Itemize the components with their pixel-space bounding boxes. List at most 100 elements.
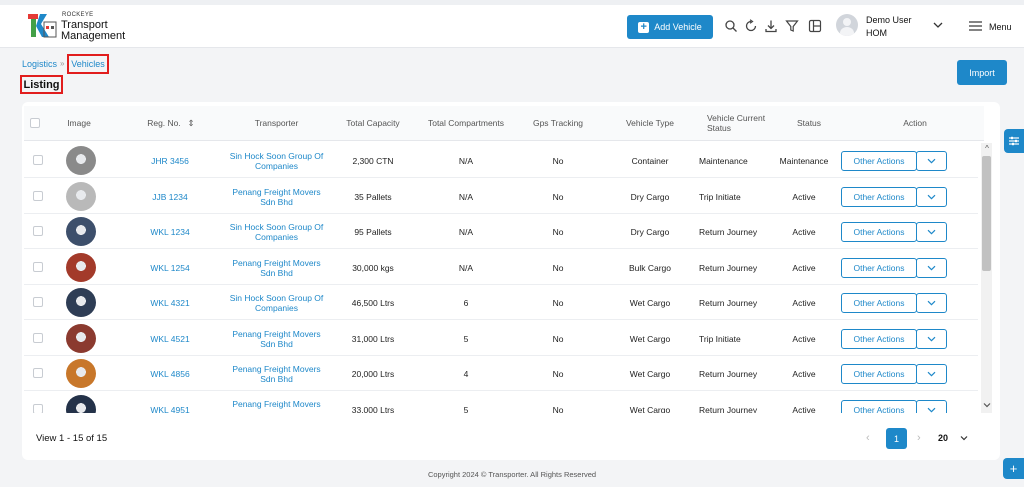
other-actions-dropdown[interactable]	[916, 257, 947, 278]
reg-no-link[interactable]: WKL 4521	[142, 334, 198, 344]
scroll-down-icon[interactable]	[983, 401, 991, 409]
floating-add-button[interactable]: +	[1003, 458, 1024, 479]
other-actions-dropdown[interactable]	[916, 364, 947, 384]
col-action: Action	[903, 118, 927, 128]
transporter-link-line1[interactable]: Sin Hock Soon Group Of	[224, 151, 329, 161]
transporter-link-line1[interactable]: Penang Freight Movers	[224, 364, 329, 374]
breadcrumb-vehicles[interactable]: Vehicles	[67, 54, 109, 74]
footer-copyright: Copyright 2024 © Transporter. All Rights…	[427, 470, 597, 479]
user-avatar[interactable]	[836, 14, 858, 36]
reg-no-link[interactable]: WKL 4951	[142, 405, 198, 414]
transporter-link-line1[interactable]: Penang Freight Movers	[224, 187, 329, 197]
vehicle-type: Dry Cargo	[630, 191, 670, 202]
add-vehicle-label: Add Vehicle	[654, 22, 702, 32]
transporter-link-line2[interactable]: Sdn Bhd	[224, 197, 329, 207]
vehicle-current-status: Return Journey	[699, 404, 758, 414]
reg-no-link[interactable]: WKL 1254	[142, 263, 198, 273]
page-button-current[interactable]: 1	[886, 428, 907, 449]
import-button[interactable]: Import	[957, 60, 1007, 85]
page-size-select[interactable]: 20	[938, 433, 948, 443]
transporter-link-line2[interactable]: Sdn Bhd	[224, 339, 329, 349]
sort-icon[interactable]: ⇕	[187, 118, 195, 128]
other-actions-dropdown[interactable]	[916, 186, 947, 207]
row-checkbox[interactable]	[33, 226, 43, 236]
download-icon[interactable]	[764, 19, 778, 33]
other-actions-dropdown[interactable]	[916, 399, 947, 413]
row-checkbox[interactable]	[33, 297, 43, 307]
chevron-down-icon	[927, 300, 936, 306]
pagination-summary: View 1 - 15 of 15	[36, 433, 108, 444]
vehicle-current-status: Return Journey	[699, 262, 758, 273]
other-actions-button[interactable]: Other Actions	[841, 399, 917, 413]
transporter-link-line2[interactable]: Sdn Bhd	[224, 268, 329, 278]
chevron-down-icon	[927, 265, 936, 271]
hamburger-icon[interactable]	[969, 21, 982, 31]
col-reg-no[interactable]: Reg. No.	[142, 118, 186, 128]
table-row: JHR 3456 Sin Hock Soon Group Of Companies 2…	[24, 143, 978, 178]
transporter-link-line1[interactable]: Penang Freight Movers	[224, 399, 329, 409]
chevron-down-icon[interactable]	[932, 20, 944, 30]
transporter-link-line1[interactable]: Sin Hock Soon Group Of	[224, 222, 329, 232]
other-actions-button[interactable]: Other Actions	[841, 257, 917, 278]
reg-no-link[interactable]: WKL 1234	[142, 227, 198, 237]
side-settings-button[interactable]	[1004, 129, 1024, 153]
filter-icon[interactable]	[785, 19, 799, 33]
transporter-link-line1[interactable]: Penang Freight Movers	[224, 329, 329, 339]
other-actions-dropdown[interactable]	[916, 293, 947, 313]
chevron-down-icon[interactable]	[960, 435, 968, 441]
total-compartments: 6	[463, 298, 469, 308]
transporter-link-line2[interactable]: Companies	[224, 161, 329, 171]
refresh-icon[interactable]	[744, 19, 758, 33]
brand-logo[interactable]	[27, 12, 57, 40]
table-row: WKL 4321 Sin Hock Soon Group Of Companies 4…	[24, 285, 978, 320]
reg-no-link[interactable]: WKL 4856	[142, 369, 198, 379]
transporter-link-line2[interactable]: Companies	[224, 303, 329, 313]
transporter-link-line1[interactable]: Sin Hock Soon Group Of	[224, 293, 329, 303]
row-checkbox[interactable]	[33, 368, 43, 378]
other-actions-button[interactable]: Other Actions	[841, 151, 917, 171]
other-actions-button[interactable]: Other Actions	[841, 328, 917, 349]
total-compartments: 4	[463, 369, 469, 379]
row-checkbox[interactable]	[33, 403, 43, 413]
menu-label[interactable]: Menu	[989, 22, 1012, 32]
total-compartments: N/A	[458, 262, 474, 273]
row-checkbox[interactable]	[33, 190, 43, 201]
search-icon[interactable]	[724, 19, 738, 33]
other-actions-button[interactable]: Other Actions	[841, 364, 917, 384]
prev-page-icon[interactable]: ‹	[866, 432, 870, 444]
gps-tracking: No	[552, 369, 564, 379]
total-capacity: 95 Pallets	[354, 227, 392, 237]
other-actions-dropdown[interactable]	[916, 222, 947, 242]
columns-icon[interactable]	[808, 19, 822, 33]
gps-tracking: No	[552, 404, 564, 414]
transporter-link-line2[interactable]: Sdn Bhd	[224, 374, 329, 384]
col-total-capacity: Total Capacity	[346, 118, 400, 128]
breadcrumb-logistics[interactable]: Logistics	[22, 59, 57, 69]
other-actions-button[interactable]: Other Actions	[841, 222, 917, 242]
total-compartments: 5	[463, 404, 469, 414]
table-scrollbar-thumb[interactable]	[982, 156, 991, 271]
add-vehicle-button[interactable]: + Add Vehicle	[627, 15, 713, 39]
select-all-checkbox[interactable]	[30, 118, 40, 128]
gps-tracking: No	[552, 262, 564, 273]
other-actions-dropdown[interactable]	[916, 151, 947, 171]
row-checkbox[interactable]	[33, 261, 43, 272]
row-checkbox[interactable]	[33, 332, 43, 343]
row-checkbox[interactable]	[33, 155, 43, 165]
reg-no-link[interactable]: JJB 1234	[142, 192, 198, 202]
transporter-link-line1[interactable]: Penang Freight Movers	[224, 258, 329, 268]
status-badge: Active	[792, 262, 816, 273]
scroll-up-icon[interactable]: ^	[983, 145, 991, 153]
other-actions-button[interactable]: Other Actions	[841, 186, 917, 207]
other-actions-button[interactable]: Other Actions	[841, 293, 917, 313]
transporter-link-line2[interactable]: Companies	[224, 232, 329, 242]
vehicle-thumbnail	[66, 394, 96, 413]
gps-tracking: No	[552, 227, 564, 237]
other-actions-dropdown[interactable]	[916, 328, 947, 349]
status-badge: Active	[792, 333, 816, 344]
reg-no-link[interactable]: WKL 4321	[142, 298, 198, 308]
chevron-down-icon	[927, 371, 936, 377]
reg-no-link[interactable]: JHR 3456	[142, 156, 198, 166]
next-page-icon[interactable]: ›	[917, 432, 921, 444]
vehicle-type: Dry Cargo	[630, 227, 670, 237]
